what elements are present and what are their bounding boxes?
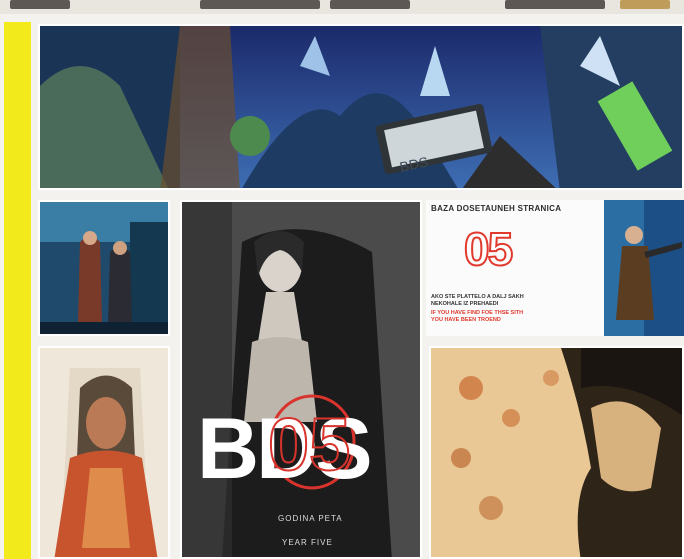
promo-line-3: IF YOU HAVE FIND FOE THSE SITH xyxy=(431,310,524,316)
top-header-strip xyxy=(0,0,684,14)
promo-line-2: NEKOHALE IZ PREHAEDI xyxy=(431,301,499,307)
cover-subtitle: GODINA PETA xyxy=(278,514,343,523)
promo-line-1: AKO STE PLATTELO A DALJ SAKH xyxy=(431,294,524,300)
promo-number: 05 xyxy=(463,222,514,276)
thumbnail-cowboy-scene xyxy=(38,200,170,336)
promo-gunman-illustration xyxy=(604,200,684,336)
promo-title: BAZA DOSETAUNEH STRANICA xyxy=(431,204,562,213)
cover-subtitle-year: YEAR FIVE xyxy=(282,538,333,547)
yellow-side-bar xyxy=(4,22,31,559)
magazine-cover: BDS 05 GODINA PETA YEAR FIVE xyxy=(180,200,422,559)
promo-line-4: YOU HAVE BEEN TROEND xyxy=(431,317,501,323)
thumbnail-anime-closeup xyxy=(429,346,684,559)
banner-illustration: BDS xyxy=(38,24,684,190)
promo-block: BAZA DOSETAUNEH STRANICA 05 AKO STE PLAT… xyxy=(426,200,684,336)
thumbnail-native-portrait xyxy=(38,346,170,559)
cover-number-overlay: 05 xyxy=(267,402,351,487)
